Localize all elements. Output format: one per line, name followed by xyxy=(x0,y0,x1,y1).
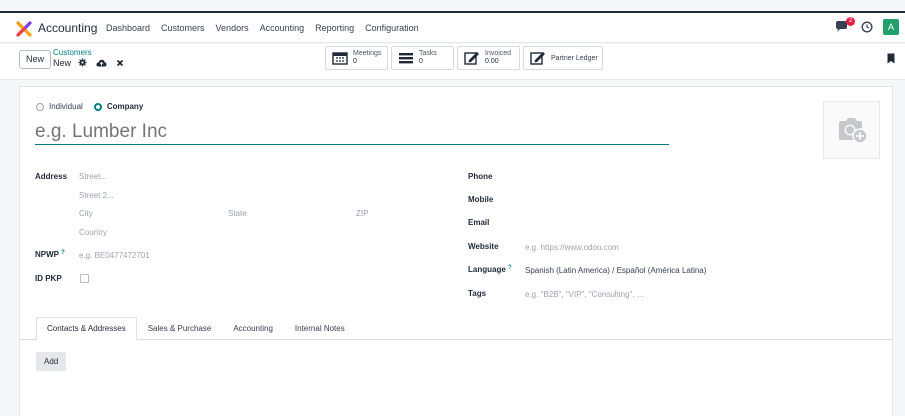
tab-sales-purchase[interactable]: Sales & Purchase xyxy=(137,317,223,340)
messages-badge: 2 xyxy=(846,17,855,26)
menu-configuration[interactable]: Configuration xyxy=(365,23,419,33)
language-select[interactable]: Spanish (Latin America) / Español (Améri… xyxy=(525,266,706,275)
menu-accounting[interactable]: Accounting xyxy=(260,23,305,33)
breadcrumb-current: New xyxy=(53,58,72,68)
tasks-list-icon xyxy=(399,53,413,64)
add-contact-button[interactable]: Add xyxy=(36,352,67,371)
tags-label: Tags xyxy=(468,289,487,298)
company-label[interactable]: Company xyxy=(107,102,143,111)
company-type-selector: Individual Company xyxy=(36,102,149,111)
record-actions xyxy=(78,58,124,67)
phone-label: Phone xyxy=(468,172,493,181)
language-label: Language xyxy=(468,265,506,274)
meetings-label: Meetings xyxy=(353,50,382,57)
partner-ledger-label: Partner Ledger xyxy=(551,54,598,62)
menu-customers[interactable]: Customers xyxy=(161,23,205,33)
activity-clock-icon[interactable] xyxy=(861,21,873,33)
discard-close-icon[interactable] xyxy=(116,59,124,67)
individual-radio[interactable] xyxy=(36,102,44,111)
attachments-icon[interactable] xyxy=(887,53,895,64)
ledger-edit-icon xyxy=(530,52,545,65)
menu-dashboard[interactable]: Dashboard xyxy=(106,23,150,33)
zip-field[interactable]: ZIP xyxy=(356,209,368,218)
email-label: Email xyxy=(468,218,490,227)
state-field[interactable]: State xyxy=(228,209,247,218)
npwp-label: NPWP xyxy=(35,250,59,259)
gear-icon[interactable] xyxy=(78,58,87,67)
idpkp-label: ID PKP xyxy=(35,274,62,283)
company-radio[interactable] xyxy=(93,102,102,111)
street2-field[interactable]: Street 2... xyxy=(79,191,114,200)
notebook-tabs: Contacts & Addresses Sales & Purchase Ac… xyxy=(36,317,356,340)
address-label: Address xyxy=(35,172,68,181)
breadcrumb-customers-link[interactable]: Customers xyxy=(53,48,92,58)
form-sheet: Individual Company Address Street... Str… xyxy=(19,86,893,416)
tab-contacts-addresses[interactable]: Contacts & Addresses xyxy=(36,317,137,340)
messages-icon[interactable]: 2 xyxy=(835,17,855,34)
language-field-label: Language ? xyxy=(468,265,512,274)
individual-label[interactable]: Individual xyxy=(49,102,83,111)
systray: 2 A xyxy=(835,17,899,35)
idpkp-checkbox[interactable] xyxy=(80,274,89,283)
tasks-count: 0 xyxy=(419,58,423,65)
main-menu: Dashboard Customers Vendors Accounting R… xyxy=(106,23,430,33)
partner-ledger-smart-button[interactable]: Partner Ledger xyxy=(523,46,603,70)
save-cloud-icon[interactable] xyxy=(96,59,107,67)
new-button[interactable]: New xyxy=(19,50,52,69)
tab-accounting[interactable]: Accounting xyxy=(222,317,284,340)
app-name[interactable]: Accounting xyxy=(38,21,97,35)
street-field[interactable]: Street... xyxy=(79,172,107,181)
invoiced-smart-button[interactable]: Invoiced 0.00 xyxy=(457,46,520,70)
country-field[interactable]: Country xyxy=(79,228,107,237)
meetings-smart-button[interactable]: Meetings 0 xyxy=(325,46,388,70)
npwp-field[interactable]: e.g. BE0477472701 xyxy=(79,251,150,260)
user-avatar[interactable]: A xyxy=(883,19,899,35)
invoiced-amount: 0.00 xyxy=(485,58,499,65)
invoice-edit-icon xyxy=(464,52,479,65)
tab-internal-notes[interactable]: Internal Notes xyxy=(284,317,356,340)
camera-add-icon xyxy=(838,118,868,144)
tags-field[interactable]: e.g. "B2B", "VIP", "Consulting", ... xyxy=(525,290,643,299)
meetings-count: 0 xyxy=(353,58,357,65)
app-logo-icon[interactable] xyxy=(16,21,32,37)
partner-name-input[interactable] xyxy=(35,119,669,145)
top-navbar: Accounting Dashboard Customers Vendors A… xyxy=(0,11,905,43)
menu-reporting[interactable]: Reporting xyxy=(315,23,354,33)
menu-vendors[interactable]: Vendors xyxy=(216,23,249,33)
npwp-help-icon[interactable]: ? xyxy=(61,250,65,256)
invoiced-label: Invoiced xyxy=(485,50,512,57)
tasks-smart-button[interactable]: Tasks 0 xyxy=(391,46,454,70)
npwp-field-label: NPWP ? xyxy=(35,250,65,259)
calendar-icon xyxy=(332,52,348,65)
website-label: Website xyxy=(468,242,499,251)
tasks-label: Tasks xyxy=(419,50,437,57)
language-help-icon[interactable]: ? xyxy=(508,265,512,271)
control-panel: New Customers New Meetings 0 Tasks 0 Inv… xyxy=(0,44,905,80)
city-field[interactable]: City xyxy=(79,209,93,218)
mobile-label: Mobile xyxy=(468,195,494,204)
photo-upload[interactable] xyxy=(823,101,880,159)
website-field[interactable]: e.g. https://www.odoo.com xyxy=(525,243,619,252)
